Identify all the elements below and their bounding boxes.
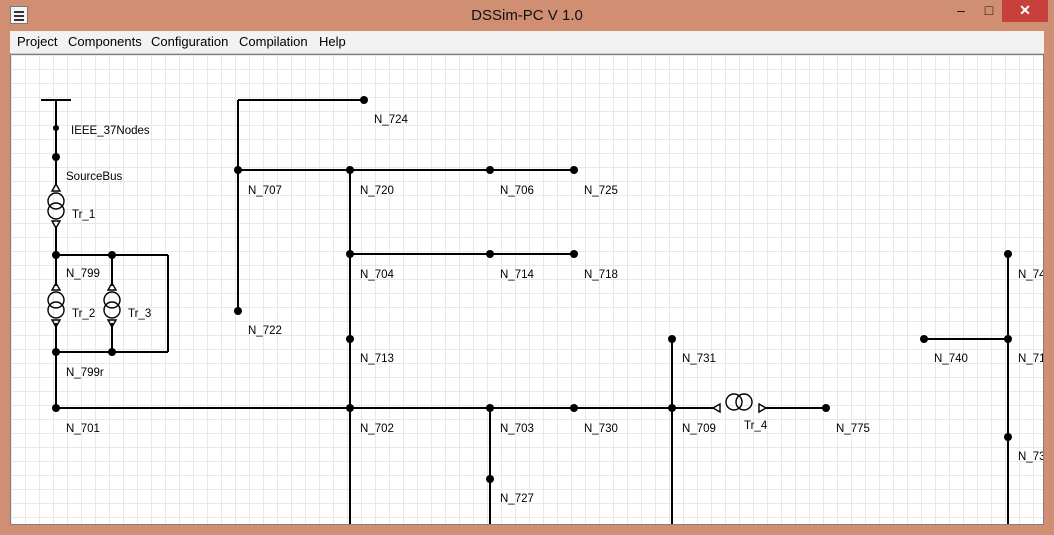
wires (41, 99, 1009, 524)
maximize-button[interactable]: □ (976, 0, 1002, 22)
title-bar[interactable]: DSSim-PC V 1.0 – □ ✕ (0, 0, 1054, 31)
node-labels: IEEE_37Nodes SourceBus N_799 N_799r N_70… (66, 114, 1044, 505)
menu-bar: Project Components Configuration Compila… (10, 31, 1044, 54)
minimize-button[interactable]: – (946, 0, 976, 22)
label-n775: N_775 (836, 423, 870, 435)
label-n730: N_730 (584, 423, 618, 435)
label-n713: N_713 (360, 353, 394, 365)
application-window: DSSim-PC V 1.0 – □ ✕ Project Components … (0, 0, 1054, 535)
label-n725: N_725 (584, 185, 618, 197)
diagram-canvas[interactable]: IEEE_37Nodes SourceBus N_799 N_799r N_70… (10, 54, 1044, 525)
label-n707: N_707 (248, 185, 282, 197)
label-n720: N_720 (360, 185, 394, 197)
menu-project[interactable]: Project (17, 34, 57, 49)
network-diagram[interactable]: IEEE_37Nodes SourceBus N_799 N_799r N_70… (11, 55, 1044, 525)
label-ieee-37nodes: IEEE_37Nodes (71, 125, 150, 137)
transformer-tr2-icon[interactable] (47, 281, 65, 329)
label-n703: N_703 (500, 423, 534, 435)
label-n799: N_799 (66, 268, 100, 280)
label-sourcebus: SourceBus (66, 171, 123, 183)
label-n704: N_704 (360, 269, 394, 281)
transformer-tr3-icon[interactable] (103, 281, 121, 329)
menu-configuration[interactable]: Configuration (151, 34, 228, 49)
label-n727: N_727 (500, 493, 534, 505)
menu-compilation[interactable]: Compilation (239, 34, 308, 49)
label-tr4: Tr_4 (744, 420, 768, 432)
label-n740: N_740 (934, 353, 968, 365)
transformer-tr1-icon[interactable] (47, 182, 65, 230)
label-tr1: Tr_1 (72, 209, 95, 221)
label-n73-partial: N_73 (1018, 451, 1044, 463)
label-n701: N_701 (66, 423, 100, 435)
label-n714: N_714 (500, 269, 534, 281)
menu-components[interactable]: Components (68, 34, 142, 49)
transformer-labels: Tr_1 Tr_2 Tr_3 Tr_4 (72, 209, 768, 432)
label-n709: N_709 (682, 423, 716, 435)
label-n702: N_702 (360, 423, 394, 435)
label-n74-partial: N_74 (1018, 269, 1044, 281)
label-tr2: Tr_2 (72, 308, 95, 320)
close-button[interactable]: ✕ (1002, 0, 1048, 22)
label-n718: N_718 (584, 269, 618, 281)
transformer-tr4-icon[interactable] (711, 393, 768, 414)
label-tr3: Tr_3 (128, 308, 151, 320)
label-n799r: N_799r (66, 367, 104, 379)
menu-help[interactable]: Help (319, 34, 346, 49)
label-n724: N_724 (374, 114, 408, 126)
label-n706: N_706 (500, 185, 534, 197)
label-n731: N_731 (682, 353, 716, 365)
label-n71-partial: N_71 (1018, 353, 1044, 365)
window-title: DSSim-PC V 1.0 (471, 7, 583, 24)
label-n722: N_722 (248, 325, 282, 337)
